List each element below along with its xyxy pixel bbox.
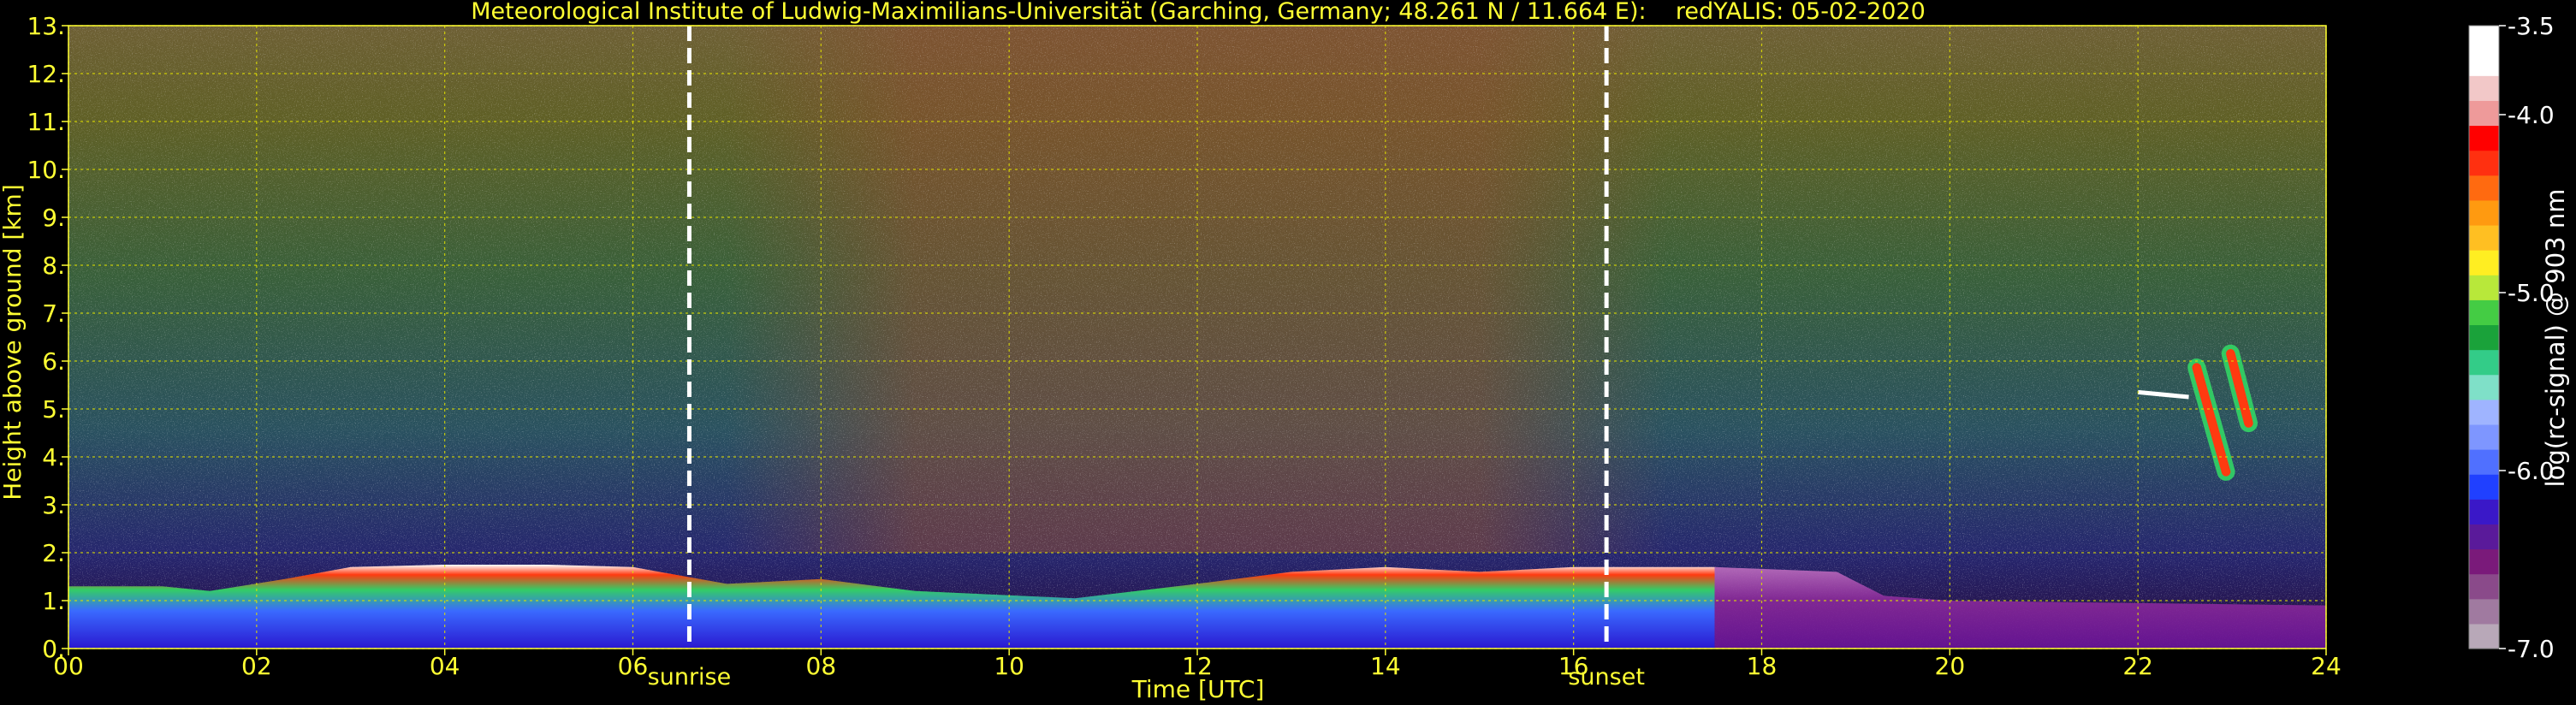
x-tick-label: 02 — [241, 652, 272, 680]
colorbar-block — [2469, 424, 2499, 450]
colorbar-block — [2469, 100, 2499, 127]
colorbar-block — [2469, 598, 2499, 625]
x-tick-label: 08 — [806, 652, 837, 680]
y-tick-label: 10. — [27, 156, 65, 184]
colorbar-block — [2469, 349, 2499, 376]
colorbar-block — [2469, 26, 2499, 51]
y-tick-label: 2. — [42, 539, 65, 567]
marker-label: sunrise — [648, 664, 732, 690]
colorbar-block — [2469, 75, 2499, 101]
colorbar-block — [2469, 474, 2499, 500]
x-tick-label: 20 — [1935, 652, 1966, 680]
x-tick-label: 10 — [994, 652, 1024, 680]
y-tick-label: 9. — [42, 204, 65, 232]
colorbar-block — [2469, 175, 2499, 201]
y-tick-label: 12. — [27, 60, 65, 88]
x-tick-label: 04 — [430, 652, 460, 680]
x-axis-ticks: 00 02 04 06 08 10 12 14 16 18 20 22 24 — [53, 649, 2342, 680]
plot-area: sunrise sunset — [68, 25, 2327, 690]
y-tick-label: 1. — [42, 587, 65, 615]
colorbar-tick-label: -4.0 — [2508, 101, 2555, 129]
colorbar: -3.5-4.0-5.0-6.0-7.0 log(rc-signal) @ 90… — [2468, 12, 2570, 663]
colorbar-blocks — [2469, 26, 2499, 649]
colorbar-block — [2469, 250, 2499, 275]
colorbar-block — [2469, 324, 2499, 351]
colorbar-block — [2469, 150, 2499, 176]
colorbar-block — [2469, 125, 2499, 151]
colorbar-block — [2469, 275, 2499, 300]
colorbar-block — [2469, 573, 2499, 600]
y-axis-ticks: 0. 1. 2. 3. 4. 5. 6. 7. 8. 9. 10. 11. 12. 13. — [27, 12, 68, 663]
lidar-backscatter-chart: sunrise sunset Meteorological Institute o… — [0, 0, 2570, 703]
colorbar-block — [2469, 199, 2499, 226]
x-tick-label: 18 — [1747, 652, 1778, 680]
colorbar-block — [2469, 548, 2499, 575]
colorbar-block — [2469, 499, 2499, 524]
y-tick-label: 3. — [42, 491, 65, 519]
colorbar-block — [2469, 623, 2499, 649]
y-tick-label: 0. — [42, 635, 65, 663]
x-tick-label: 14 — [1370, 652, 1401, 680]
x-tick-label: 24 — [2311, 652, 2342, 680]
chart-title: Meteorological Institute of Ludwig-Maxim… — [471, 0, 1926, 25]
y-axis-label: Height above ground [km] — [0, 184, 27, 501]
x-tick-label: 06 — [618, 652, 649, 680]
colorbar-tick-label: -3.5 — [2508, 12, 2555, 40]
colorbar-block — [2469, 224, 2499, 251]
colorbar-block — [2469, 449, 2499, 475]
colorbar-block — [2469, 50, 2499, 76]
x-tick-label: 12 — [1182, 652, 1213, 680]
y-tick-label: 8. — [42, 252, 65, 280]
y-tick-label: 4. — [42, 443, 65, 471]
colorbar-block — [2469, 399, 2499, 425]
x-tick-label: 16 — [1558, 652, 1589, 680]
colorbar-block — [2469, 524, 2499, 550]
colorbar-block — [2469, 299, 2499, 326]
y-tick-label: 11. — [27, 108, 65, 136]
x-tick-label: 22 — [2122, 652, 2153, 680]
colorbar-label: log(rc-signal) @ 903 nm — [2541, 189, 2570, 488]
y-tick-label: 6. — [42, 347, 65, 376]
y-tick-label: 5. — [42, 395, 65, 424]
colorbar-tick-label: -7.0 — [2508, 635, 2555, 663]
y-tick-label: 13. — [27, 12, 65, 40]
y-tick-label: 7. — [42, 299, 65, 328]
colorbar-block — [2469, 374, 2499, 400]
